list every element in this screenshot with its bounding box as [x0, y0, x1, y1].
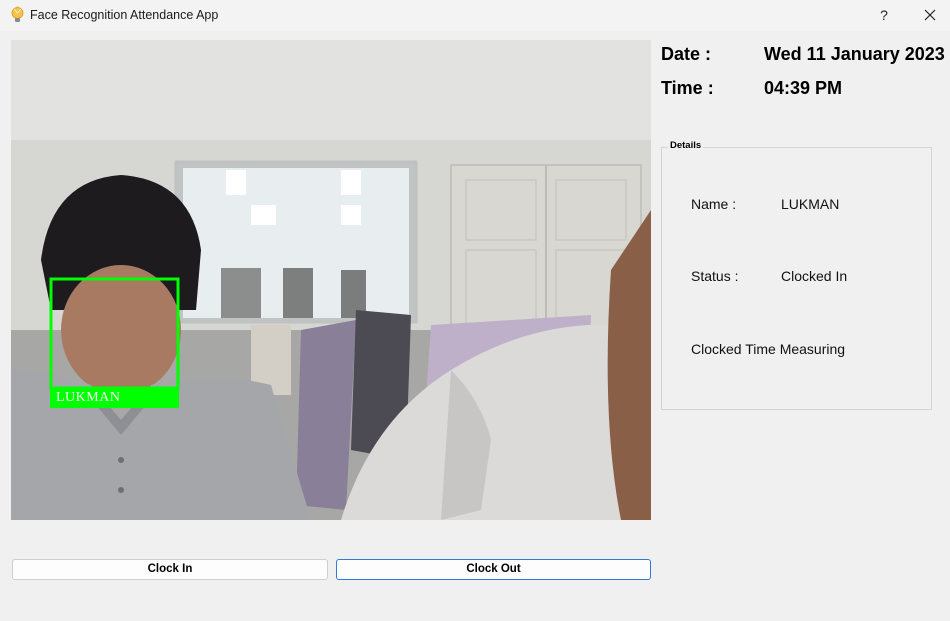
- help-button[interactable]: ?: [866, 0, 902, 31]
- date-value: Wed 11 January 2023: [764, 44, 945, 64]
- close-button[interactable]: [910, 0, 950, 31]
- window-title: Face Recognition Attendance App: [30, 8, 219, 22]
- camera-image: [11, 40, 651, 520]
- date-label: Date :: [661, 44, 712, 64]
- name-value: LUKMAN: [781, 196, 840, 212]
- status-value: Clocked In: [781, 268, 848, 284]
- status-label: Status :: [691, 268, 739, 284]
- close-icon: [910, 9, 950, 35]
- title-bar: Face Recognition Attendance App ?: [0, 0, 950, 31]
- clock-in-button[interactable]: Clock In: [12, 559, 328, 580]
- face-name-label: LUKMAN: [50, 387, 179, 408]
- clocked-time-text: Clocked Time Measuring: [691, 341, 846, 357]
- time-value: 04:39 PM: [764, 78, 843, 98]
- time-label: Time :: [661, 78, 714, 98]
- lightbulb-icon: [9, 6, 26, 24]
- details-group-title: Details: [668, 140, 704, 151]
- clock-out-button[interactable]: Clock Out: [336, 559, 651, 580]
- camera-feed: LUKMAN: [11, 40, 651, 520]
- name-label: Name :: [691, 196, 737, 212]
